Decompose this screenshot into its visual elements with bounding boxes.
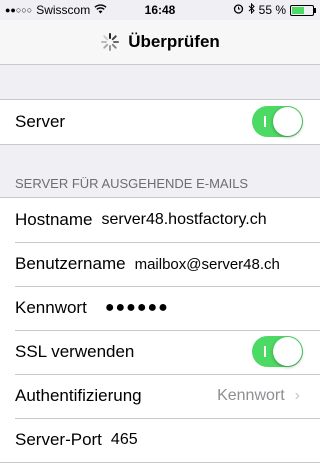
username-row[interactable]: Benutzername mailbox@server48.ch xyxy=(0,242,320,286)
hostname-row[interactable]: Hostname server48.hostfactory.ch xyxy=(0,198,320,242)
server-label: Server xyxy=(15,112,66,131)
authentication-detail[interactable]: Kennwort › xyxy=(217,374,300,418)
server-port-field[interactable]: 465 xyxy=(111,431,138,449)
server-group: Server xyxy=(0,99,320,145)
username-field[interactable]: mailbox@server48.ch xyxy=(135,256,280,273)
ssl-row: SSL verwenden xyxy=(0,330,320,374)
ssl-label: SSL verwenden xyxy=(15,342,135,361)
ssl-toggle[interactable] xyxy=(252,336,303,367)
outgoing-section-header: SERVER FÜR AUSGEHENDE E-MAILS xyxy=(15,176,249,191)
password-field[interactable]: ●●●●●● xyxy=(105,299,169,317)
password-row[interactable]: Kennwort ●●●●●● xyxy=(0,286,320,330)
page-title: Überprüfen xyxy=(128,32,220,51)
hostname-label: Hostname xyxy=(15,210,93,229)
username-label: Benutzername xyxy=(15,254,126,273)
status-right: 55 % xyxy=(229,2,316,17)
authentication-label: Authentifizierung xyxy=(15,386,142,405)
status-bar: ●●○○○ Swisscom 16:48 55 % xyxy=(0,0,320,20)
chevron-right-icon: › xyxy=(294,387,300,404)
authentication-value: Kennwort xyxy=(217,387,285,404)
alarm-icon xyxy=(233,3,244,17)
navigation-bar: Überprüfen xyxy=(0,20,320,65)
bluetooth-icon xyxy=(248,2,255,17)
battery-percent: 55 % xyxy=(258,3,286,17)
activity-spinner-icon xyxy=(101,33,120,51)
password-label: Kennwort xyxy=(15,298,87,317)
hostname-field[interactable]: server48.hostfactory.ch xyxy=(101,211,266,229)
server-toggle[interactable] xyxy=(252,106,303,137)
server-row: Server xyxy=(0,100,320,144)
authentication-row[interactable]: Authentifizierung Kennwort › xyxy=(0,374,320,418)
outgoing-server-group: Hostname server48.hostfactory.ch Benutze… xyxy=(0,197,320,463)
battery-icon xyxy=(290,4,316,16)
server-port-label: Server-Port xyxy=(15,430,102,449)
server-port-row[interactable]: Server-Port 465 xyxy=(0,418,320,462)
